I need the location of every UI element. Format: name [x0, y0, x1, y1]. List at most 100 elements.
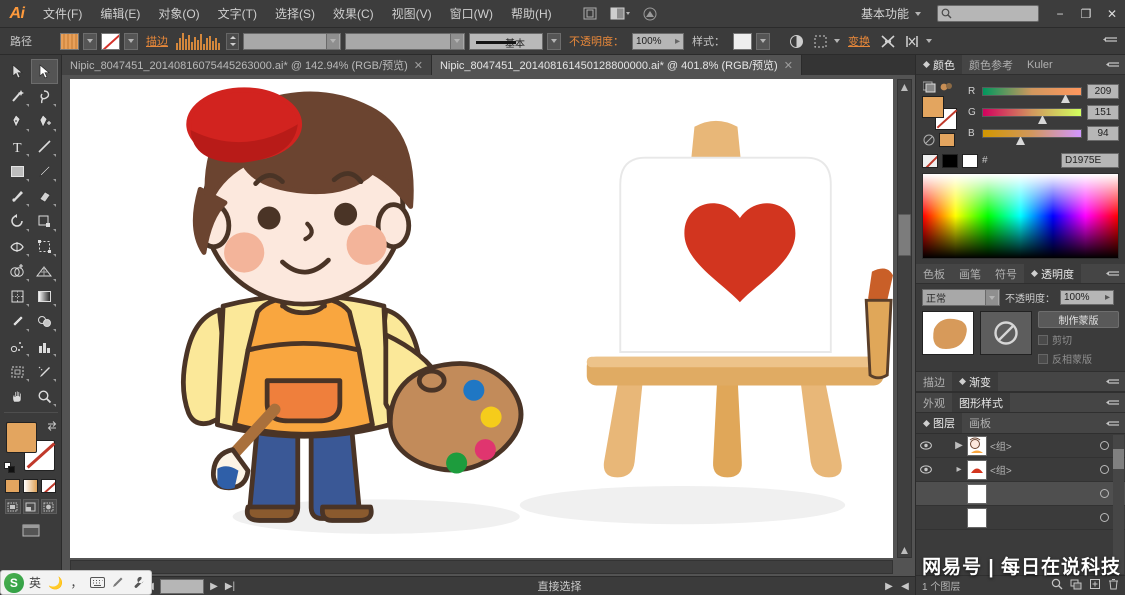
color-current-swatch[interactable]	[939, 133, 955, 147]
blob-brush-tool[interactable]	[4, 184, 31, 209]
menu-effect[interactable]: 效果(C)	[324, 0, 383, 28]
tab-stroke[interactable]: 描边	[916, 372, 952, 391]
stroke-label[interactable]: 描边	[142, 33, 172, 49]
layer-target-icon[interactable]	[1097, 465, 1111, 474]
color-panel-fill-swatch[interactable]	[922, 96, 944, 118]
last-artboard-button[interactable]: ▶|	[224, 579, 236, 594]
invert-mask-checkbox[interactable]: 反相蒙版	[1038, 351, 1119, 366]
eraser-tool[interactable]	[31, 184, 58, 209]
mesh-tool[interactable]	[4, 284, 31, 309]
tab-gradient[interactable]: 渐变	[952, 372, 998, 391]
tab-kuler[interactable]: Kuler	[1020, 55, 1060, 74]
brush-dropdown-button[interactable]	[547, 32, 561, 50]
menu-type[interactable]: 文字(T)	[209, 0, 266, 28]
slider-thumb-r[interactable]	[1061, 95, 1071, 103]
layer-target-icon[interactable]	[1097, 489, 1111, 498]
document-tab-1-close-icon[interactable]: ✕	[414, 59, 423, 72]
clip-checkbox-box[interactable]	[1038, 334, 1048, 345]
black-swatch[interactable]	[942, 153, 958, 168]
menu-object[interactable]: 对象(O)	[149, 0, 208, 28]
color-mode-icon[interactable]	[922, 80, 936, 93]
slider-track-b[interactable]	[982, 129, 1082, 145]
tab-swatches[interactable]: 色板	[916, 264, 952, 283]
arrange-documents-icon[interactable]	[607, 4, 633, 24]
ime-toolbar[interactable]: S 英 🌙 ，	[0, 570, 152, 595]
maximize-button[interactable]: ❐	[1073, 4, 1099, 24]
shape-builder-icon[interactable]	[878, 32, 898, 51]
wrench-icon[interactable]	[129, 573, 148, 593]
status-nav-left-icon[interactable]: ◀	[899, 579, 911, 594]
color-fill-mode-button[interactable]	[5, 479, 20, 493]
menu-select[interactable]: 选择(S)	[266, 0, 324, 28]
color-spot-icon[interactable]	[939, 80, 953, 93]
mask-thumbnail-none[interactable]	[980, 311, 1032, 355]
appearance-styles-flyout-icon[interactable]	[1101, 393, 1125, 412]
perspective-grid-tool[interactable]	[31, 259, 58, 284]
chevron-down-icon[interactable]	[915, 11, 921, 16]
next-artboard-button[interactable]: ▶	[208, 579, 220, 594]
stroke-weight-stepper[interactable]	[226, 32, 239, 50]
default-fill-stroke-icon[interactable]	[3, 462, 16, 474]
eyedropper-tool[interactable]	[4, 309, 31, 334]
tab-brushes[interactable]: 画笔	[952, 264, 988, 283]
vertical-scroll-thumb[interactable]	[898, 214, 911, 256]
pen-tool[interactable]	[4, 109, 31, 134]
layer-target-icon[interactable]	[1097, 513, 1111, 522]
make-sublayer-icon[interactable]	[1070, 578, 1082, 593]
workspace-selector[interactable]: 基本功能	[855, 5, 915, 22]
slider-thumb-g[interactable]	[1037, 116, 1047, 124]
close-button[interactable]: ✕	[1099, 4, 1125, 24]
brush-definition-combo[interactable]: 基本	[469, 32, 543, 50]
paintbrush-tool[interactable]	[31, 159, 58, 184]
layer-name[interactable]: <组>	[990, 438, 1094, 453]
menu-view[interactable]: 视图(V)	[383, 0, 441, 28]
stroke-gradient-flyout-icon[interactable]	[1101, 372, 1125, 391]
table-row[interactable]	[916, 482, 1125, 506]
locate-object-icon[interactable]	[1051, 578, 1063, 593]
layer-visibility-icon[interactable]	[918, 465, 934, 474]
document-tab-2[interactable]: Nipic_8047451_201408161450128800000.ai* …	[431, 55, 802, 75]
symbol-sprayer-tool[interactable]	[4, 334, 31, 359]
fill-color-swatch[interactable]	[60, 32, 79, 50]
opacity-field[interactable]: 100% ▸	[632, 32, 684, 50]
fill-dropdown-button[interactable]	[83, 32, 97, 50]
search-input[interactable]	[952, 8, 1035, 19]
keyboard-icon[interactable]	[88, 573, 107, 593]
menu-edit[interactable]: 编辑(E)	[91, 0, 149, 28]
minimize-button[interactable]: −	[1047, 4, 1073, 24]
document-tab-1[interactable]: Nipic_8047451_20140816075445263000.ai* @…	[62, 55, 432, 75]
add-anchor-point-tool[interactable]	[31, 109, 58, 134]
gradient-tool[interactable]	[31, 284, 58, 309]
stroke-profile-combo[interactable]	[345, 32, 465, 50]
magic-wand-tool[interactable]	[4, 84, 31, 109]
layer-expand-arrow-icon[interactable]: ▶	[954, 440, 964, 451]
swap-fill-stroke-icon[interactable]	[46, 420, 58, 432]
stroke-dropdown-button[interactable]	[124, 32, 138, 50]
transparency-panel-flyout-icon[interactable]	[1101, 264, 1125, 283]
scroll-down-arrow-icon[interactable]: ▲	[899, 543, 911, 557]
layer-expand-arrow-icon[interactable]: ▸	[954, 464, 964, 475]
ime-mode-label[interactable]: 英	[26, 573, 45, 593]
transparency-opacity-field[interactable]: 100% ▸	[1060, 290, 1114, 305]
type-tool[interactable]: T	[4, 134, 31, 159]
color-fill-stroke-proxy[interactable]	[922, 96, 958, 130]
isolate-icon[interactable]	[902, 32, 922, 51]
graphic-style-swatch[interactable]	[733, 32, 752, 50]
table-row[interactable]: ▶ <组>	[916, 434, 1125, 458]
none-swatch[interactable]	[922, 153, 938, 168]
rectangle-tool[interactable]	[4, 159, 31, 184]
column-graph-tool[interactable]	[31, 334, 58, 359]
transform-icon[interactable]	[810, 32, 830, 51]
opacity-mask-icon[interactable]	[786, 32, 806, 51]
canvas-horizontal-scrollbar[interactable]	[70, 560, 893, 574]
slider-value-g[interactable]: 151	[1087, 105, 1119, 120]
delete-layer-icon[interactable]	[1108, 578, 1119, 593]
menu-file[interactable]: 文件(F)	[34, 0, 91, 28]
tab-layers[interactable]: 图层	[916, 413, 962, 433]
search-box[interactable]	[937, 5, 1039, 22]
slider-value-b[interactable]: 94	[1087, 126, 1119, 141]
artboard-number-field[interactable]	[160, 578, 204, 594]
control-bar-flyout-icon[interactable]	[1103, 34, 1119, 48]
menu-help[interactable]: 帮助(H)	[502, 0, 561, 28]
table-row[interactable]: ▸ <组>	[916, 458, 1125, 482]
